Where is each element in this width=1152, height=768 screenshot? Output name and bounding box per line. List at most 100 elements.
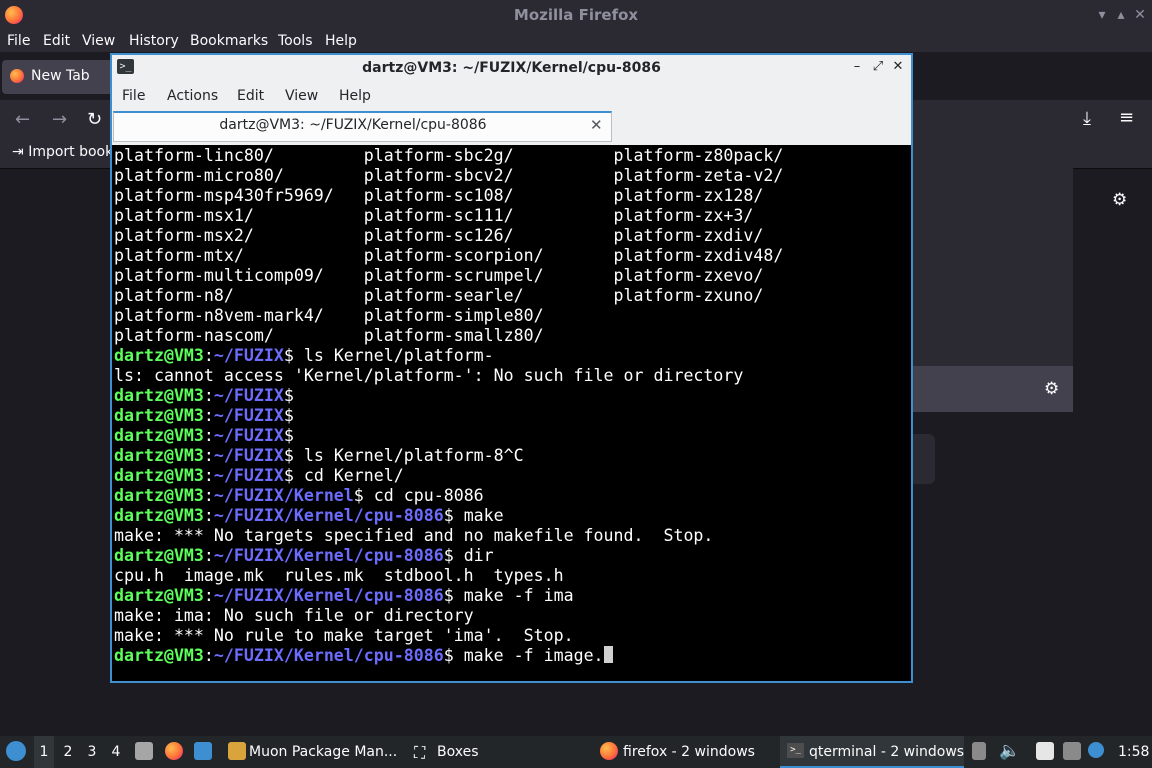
- output-text: platform-linc80/ platform-sbc2g/ platfor…: [114, 146, 784, 165]
- prompt-path: ~/FUZIX/Kernel/cpu-8086: [213, 506, 444, 525]
- task-qterminal[interactable]: qterminal - 2 windows: [809, 736, 964, 768]
- terminal-line: dartz@VM3:~/FUZIX/Kernel/cpu-8086$ dir: [114, 546, 910, 566]
- output-text: make: *** No targets specified and no ma…: [114, 526, 714, 545]
- desktop-3-button[interactable]: 3: [82, 736, 102, 768]
- task-muon[interactable]: Muon Package Man...: [249, 736, 397, 768]
- boxes-icon: ⛶: [414, 743, 426, 762]
- terminal-task-icon: >_: [787, 743, 804, 758]
- import-icon: ⇥: [12, 144, 24, 160]
- terminal-line: platform-msx1/ platform-sc111/ platform-…: [114, 206, 910, 226]
- terminal-line: platform-multicomp09/ platform-scrumpel/…: [114, 266, 910, 286]
- terminal-line: platform-micro80/ platform-sbcv2/ platfo…: [114, 166, 910, 186]
- terminal-line: dartz@VM3:~/FUZIX/Kernel/cpu-8086$ make: [114, 506, 910, 526]
- menu-edit[interactable]: Edit: [43, 30, 70, 52]
- gear-icon[interactable]: ⚙: [1112, 190, 1127, 210]
- prompt-user: dartz@VM3: [114, 406, 204, 425]
- prompt-separator: :: [203, 426, 214, 445]
- download-icon[interactable]: ⤓: [1083, 108, 1091, 129]
- volume-icon[interactable]: 🔈: [999, 741, 1020, 761]
- notes-icon[interactable]: [1036, 742, 1054, 760]
- minimize-icon[interactable]: ▾: [1094, 7, 1110, 23]
- prompt-path: ~/FUZIX: [213, 406, 284, 425]
- prompt-path: ~/FUZIX: [213, 426, 284, 445]
- prompt-path: ~/FUZIX/Kernel: [213, 486, 354, 505]
- prompt-dollar: $: [283, 406, 304, 425]
- prompt-user: dartz@VM3: [114, 346, 204, 365]
- menu-tools[interactable]: Tools: [278, 30, 313, 52]
- terminal-line: ls: cannot access 'Kernel/platform-': No…: [114, 366, 910, 386]
- output-text: platform-msx2/ platform-sc126/ platform-…: [114, 226, 764, 245]
- terminal-line: dartz@VM3:~/FUZIX$ cd Kernel/: [114, 466, 910, 486]
- hamburger-menu-icon[interactable]: ≡: [1119, 107, 1134, 128]
- terminal-menu-file[interactable]: File: [122, 88, 145, 104]
- desktop-1-button[interactable]: 1: [34, 736, 54, 768]
- prompt-dollar: $: [283, 386, 304, 405]
- terminal-line: dartz@VM3:~/FUZIX$: [114, 406, 910, 426]
- terminal-line: dartz@VM3:~/FUZIX$ ls Kernel/platform-: [114, 346, 910, 366]
- terminal-line: platform-msx2/ platform-sc126/ platform-…: [114, 226, 910, 246]
- maximize-icon[interactable]: ⤢: [870, 59, 886, 75]
- prompt-separator: :: [203, 386, 214, 405]
- forward-icon[interactable]: →: [52, 109, 67, 130]
- updates-icon[interactable]: [1088, 742, 1104, 758]
- terminal-line: dartz@VM3:~/FUZIX/Kernel/cpu-8086$ make …: [114, 646, 910, 666]
- terminal-line: dartz@VM3:~/FUZIX/Kernel$ cd cpu-8086: [114, 486, 910, 506]
- menu-view[interactable]: View: [82, 30, 115, 52]
- menu-file[interactable]: File: [7, 30, 30, 52]
- prompt-command: make: [463, 506, 504, 525]
- menu-bookmarks[interactable]: Bookmarks: [190, 30, 268, 52]
- show-desktop-icon[interactable]: [194, 742, 212, 760]
- prompt-path: ~/FUZIX: [213, 346, 284, 365]
- prompt-command: ls Kernel/platform-: [303, 346, 494, 365]
- network-icon[interactable]: [1063, 742, 1081, 760]
- output-text: platform-n8/ platform-searle/ platform-z…: [114, 286, 764, 305]
- firefox-window-title: Mozilla Firefox: [513, 6, 639, 24]
- prompt-separator: :: [203, 406, 214, 425]
- firefox-launcher-icon[interactable]: [165, 742, 183, 760]
- terminal-menu-view[interactable]: View: [285, 88, 318, 104]
- prompt-dollar: $: [443, 546, 464, 565]
- terminal-menu-edit[interactable]: Edit: [237, 88, 264, 104]
- menu-help[interactable]: Help: [325, 30, 357, 52]
- close-icon[interactable]: ✕: [890, 59, 906, 75]
- file-manager-icon[interactable]: [135, 742, 153, 760]
- clipboard-icon[interactable]: [972, 742, 986, 760]
- prompt-separator: :: [203, 486, 214, 505]
- prompt-dollar: $: [283, 346, 304, 365]
- maximize-icon[interactable]: ▴: [1113, 7, 1129, 23]
- prompt-command: cd cpu-8086: [373, 486, 484, 505]
- terminal-tab-label: dartz@VM3: ~/FUZIX/Kernel/cpu-8086: [219, 117, 487, 133]
- terminal-line: make: *** No rule to make target 'ima'. …: [114, 626, 910, 646]
- terminal-line: dartz@VM3:~/FUZIX$: [114, 426, 910, 446]
- minimize-icon[interactable]: –: [849, 59, 865, 75]
- close-icon[interactable]: ✕: [1132, 7, 1148, 23]
- desktop-4-button[interactable]: 4: [106, 736, 126, 768]
- terminal-line: platform-nascom/ platform-smallz80/: [114, 326, 910, 346]
- prompt-user: dartz@VM3: [114, 586, 204, 605]
- prompt-command: dir: [463, 546, 494, 565]
- prompt-command: ls Kernel/platform-8^C: [303, 446, 524, 465]
- app-launcher-icon[interactable]: [6, 741, 26, 761]
- task-firefox[interactable]: firefox - 2 windows: [623, 736, 755, 768]
- terminal-menu-actions[interactable]: Actions: [167, 88, 218, 104]
- prompt-path: ~/FUZIX/Kernel/cpu-8086: [213, 586, 444, 605]
- desktop-2-button[interactable]: 2: [58, 736, 78, 768]
- prompt-user: dartz@VM3: [114, 446, 204, 465]
- output-text: platform-msp430fr5969/ platform-sc108/ p…: [114, 186, 764, 205]
- import-bookmarks-label: Import book: [28, 144, 114, 160]
- output-text: platform-nascom/ platform-smallz80/: [114, 326, 544, 345]
- output-text: cpu.h image.mk rules.mk stdbool.h types.…: [114, 566, 564, 585]
- reload-icon[interactable]: ↻: [87, 109, 102, 130]
- terminal-menu-help[interactable]: Help: [339, 88, 371, 104]
- back-icon[interactable]: ←: [15, 109, 30, 130]
- terminal-line: dartz@VM3:~/FUZIX$: [114, 386, 910, 406]
- prompt-dollar: $: [443, 586, 464, 605]
- output-text: make: *** No rule to make target 'ima'. …: [114, 626, 574, 645]
- gear-icon[interactable]: ⚙: [1044, 379, 1059, 399]
- prompt-user: dartz@VM3: [114, 466, 204, 485]
- menu-history[interactable]: History: [129, 30, 179, 52]
- task-boxes[interactable]: Boxes: [437, 736, 479, 768]
- close-icon[interactable]: ✕: [590, 116, 603, 134]
- import-bookmarks-item[interactable]: ⇥ Import book: [12, 144, 113, 160]
- tab-label: New Tab: [31, 68, 90, 84]
